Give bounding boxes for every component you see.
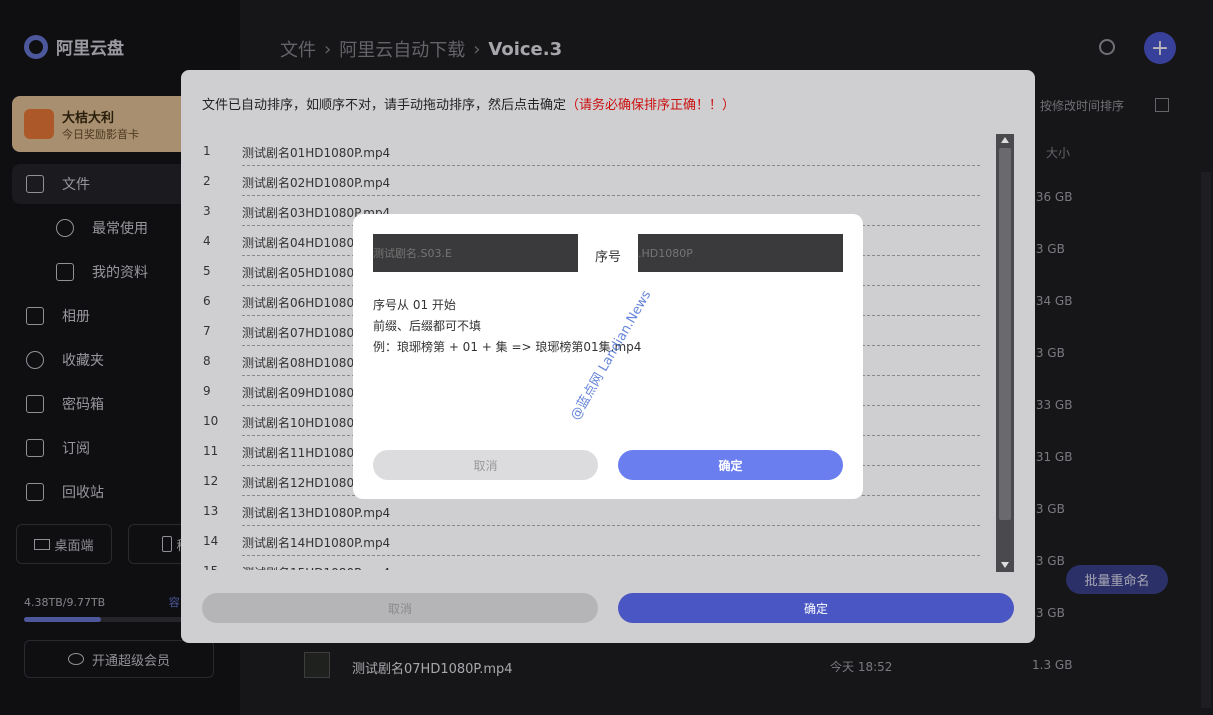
item-index: 13 <box>203 504 219 518</box>
sortable-list-item[interactable]: 1 测试剧名01HD1080P.mp4 <box>199 136 983 166</box>
item-index: 11 <box>203 444 219 458</box>
sort-dialog-text: 文件已自动排序，如顺序不对，请手动拖动排序，然后点击确定 <box>202 98 567 113</box>
item-index: 2 <box>203 174 211 188</box>
item-index: 6 <box>203 294 211 308</box>
item-file-name: 测试剧名13HD1080P.mp4 <box>242 504 980 526</box>
list-scrollbar[interactable] <box>996 134 1014 572</box>
suffix-input[interactable] <box>638 234 843 272</box>
item-index: 1 <box>203 144 211 158</box>
sortable-list-item[interactable]: 14 测试剧名14HD1080P.mp4 <box>199 526 983 556</box>
rename-cancel-button[interactable]: 取消 <box>373 450 598 480</box>
sortable-list-item[interactable]: 2 测试剧名02HD1080P.mp4 <box>199 166 983 196</box>
item-index: 8 <box>203 354 211 368</box>
app-window: 阿里云盘 大桔大利 今日奖励影音卡 待 文件 最常使用 我的资料 相册 <box>0 0 1213 715</box>
hint-text: 序号从 01 开始 <box>373 298 456 312</box>
rename-confirm-button[interactable]: 确定 <box>618 450 843 480</box>
item-index: 7 <box>203 324 211 338</box>
item-index: 12 <box>203 474 219 488</box>
sort-confirm-button[interactable]: 确定 <box>618 593 1014 623</box>
sortable-list-item[interactable]: 15 测试剧名15HD1080P.mp4 <box>199 556 983 570</box>
sort-dialog-message: 文件已自动排序，如顺序不对，请手动拖动排序，然后点击确定（请务必确保排序正确！！… <box>202 94 735 113</box>
item-index: 14 <box>203 534 219 548</box>
item-file-name: 测试剧名02HD1080P.mp4 <box>242 174 980 196</box>
sort-cancel-button[interactable]: 取消 <box>202 593 598 623</box>
sortable-list-item[interactable]: 13 测试剧名13HD1080P.mp4 <box>199 496 983 526</box>
item-index: 10 <box>203 414 219 428</box>
item-index: 5 <box>203 264 211 278</box>
prefix-input[interactable] <box>373 234 578 272</box>
item-index: 4 <box>203 234 211 248</box>
hint-text: 前缀、后缀都可不填 <box>373 319 482 333</box>
item-file-name: 测试剧名01HD1080P.mp4 <box>242 144 980 166</box>
scrollbar-thumb[interactable] <box>999 148 1011 520</box>
item-index: 9 <box>203 384 211 398</box>
sequence-label: 序号 <box>595 250 622 265</box>
item-index: 15 <box>203 564 218 570</box>
scroll-down-arrow-icon[interactable] <box>1001 562 1009 568</box>
scroll-up-arrow-icon[interactable] <box>1001 137 1009 143</box>
item-index: 3 <box>203 204 211 218</box>
sort-dialog-warning: （请务必确保排序正确！！） <box>566 98 736 113</box>
item-file-name: 测试剧名14HD1080P.mp4 <box>242 534 980 556</box>
item-file-name: 测试剧名15HD1080P.mp4 <box>242 564 980 570</box>
